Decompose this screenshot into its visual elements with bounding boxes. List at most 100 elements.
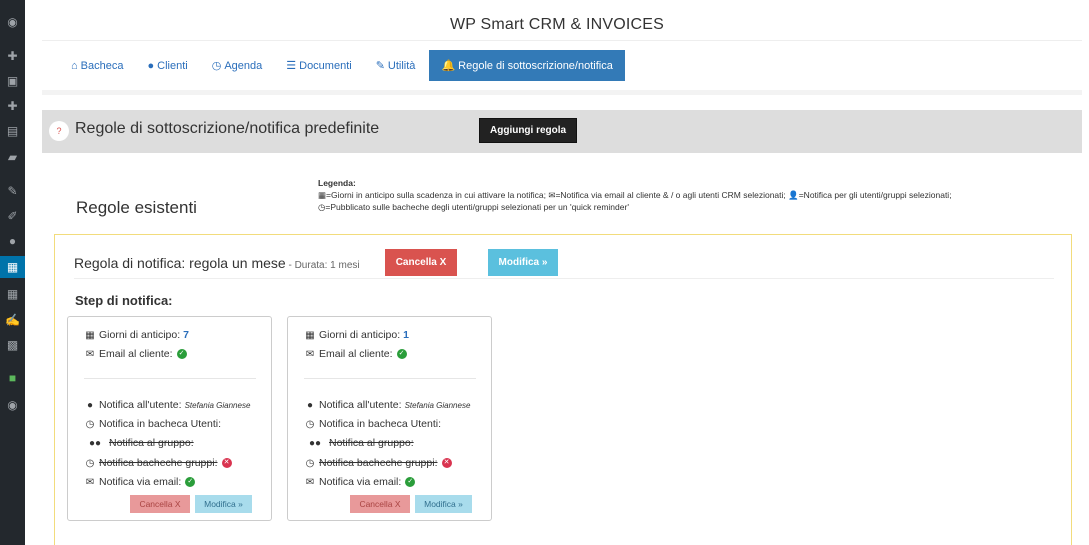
divider: [304, 378, 476, 379]
user-icon: ●: [306, 399, 314, 411]
cancel-step-button[interactable]: Cancella X: [130, 495, 190, 513]
days-value: 1: [403, 329, 409, 341]
tab-bacheca[interactable]: ⌂ Bacheca: [65, 50, 129, 81]
tab-label: Clienti: [157, 59, 188, 72]
users-icon: ●●: [88, 437, 102, 449]
step-group-row: ●● Notifica al gruppo:: [84, 437, 194, 449]
users-icon[interactable]: ●: [0, 230, 25, 252]
step-card: ▦ Giorni di anticipo: 7 ✉ Email al clien…: [67, 316, 272, 521]
media-icon[interactable]: ▣: [0, 70, 25, 92]
rule-title: Regola di notifica: regola un mese - Dur…: [74, 255, 360, 271]
legend-line: ▦=Giorni in anticipo sulla scadenza in c…: [318, 190, 952, 200]
user-icon: ●: [147, 59, 155, 72]
tab-regole[interactable]: 🔔 Regole di sottoscrizione/notifica: [429, 50, 625, 81]
step-board-groups-row: ◷ Notifica bacheche gruppi: ✕: [84, 457, 232, 469]
tab-documenti[interactable]: ☰ Documenti: [280, 50, 357, 81]
notify-user-label: Notifica all'utente:: [319, 399, 402, 411]
section-heading: Regole di sottoscrizione/notifica predef…: [75, 120, 380, 137]
envelope-icon: ✉: [85, 476, 95, 488]
user-icon: ●: [86, 399, 94, 411]
legend: Legenda: ▦=Giorni in anticipo sulla scad…: [318, 177, 1078, 213]
rule-card: Regola di notifica: regola un mese - Dur…: [54, 234, 1072, 545]
home-icon: ⌂: [71, 59, 78, 72]
envelope-icon: ✉: [305, 348, 315, 360]
step-card: ▦ Giorni di anticipo: 1 ✉ Email al clien…: [287, 316, 492, 521]
app-title: WP Smart CRM & INVOICES: [449, 16, 665, 33]
edit-rule-button[interactable]: Modifica »: [488, 249, 558, 276]
tab-clienti[interactable]: ● Clienti: [141, 50, 193, 81]
legend-title: Legenda:: [318, 178, 356, 188]
step-email-client-row: ✉ Email al cliente: ✓: [304, 348, 407, 360]
check-icon: ✓: [185, 477, 196, 487]
days-value: 7: [183, 329, 189, 341]
step-board-users-row: ◷ Notifica in bacheca Utenti:: [304, 418, 441, 430]
days-label: Giorni di anticipo:: [319, 329, 401, 341]
step-board-groups-row: ◷ Notifica bacheche gruppi: ✕: [304, 457, 452, 469]
tab-label: Agenda: [224, 59, 263, 72]
notify-email-label: Notifica via email:: [99, 476, 182, 488]
crm-icon[interactable]: ▦: [0, 283, 25, 305]
crm-icon[interactable]: ▦: [0, 256, 30, 278]
clock-icon: ◷: [305, 418, 315, 430]
edit-step-button[interactable]: Modifica »: [195, 495, 252, 513]
dashboard-icon[interactable]: ◉: [0, 11, 25, 33]
step-days-row: ▦ Giorni di anticipo: 1: [304, 329, 409, 341]
user-name: Stefania Giannese: [404, 400, 471, 410]
tab-label: Bacheca: [80, 59, 124, 72]
divider: [84, 378, 256, 379]
envelope-icon: ✉: [305, 476, 315, 488]
user-name: Stefania Giannese: [184, 400, 251, 410]
notify-user-label: Notifica all'utente:: [99, 399, 182, 411]
clock-icon: ◷: [211, 60, 222, 72]
tab-label: Utilità: [387, 59, 416, 72]
step-email-row: ✉ Notifica via email: ✓: [84, 476, 196, 488]
help-icon[interactable]: ?: [49, 121, 69, 141]
step-group-row: ●● Notifica al gruppo:: [304, 437, 414, 449]
check-icon: ✓: [176, 349, 187, 359]
pin-icon[interactable]: ✚: [0, 95, 25, 117]
step-user-row: ● Notifica all'utente: Stefania Giannese: [304, 399, 470, 411]
admin-sidebar: ◉ ✚ ▣ ✚ ▤ ▰ ✎ ✐ ● ▦ ▦ ✍ ▩ ■ ◉: [0, 0, 30, 545]
check-icon: ✓: [396, 349, 407, 359]
plugins-icon[interactable]: ✐: [0, 205, 25, 227]
list-icon: ☰: [286, 60, 297, 72]
clock-icon: ◷: [85, 457, 95, 469]
notify-email-label: Notifica via email:: [319, 476, 402, 488]
divider: [42, 90, 1082, 95]
days-label: Giorni di anticipo:: [99, 329, 181, 341]
divider: [74, 278, 1054, 279]
tools-icon[interactable]: ✍: [0, 309, 25, 331]
email-client-label: Email al cliente:: [99, 348, 173, 360]
add-rule-button[interactable]: Aggiungi regola: [479, 118, 578, 143]
cancel-rule-button[interactable]: Cancella X: [385, 249, 457, 276]
board-groups-label: Notifica bacheche gruppi:: [99, 457, 218, 469]
tab-label: Regole di sottoscrizione/notifica: [458, 59, 613, 72]
board-users-label: Notifica in bacheca Utenti:: [99, 418, 221, 430]
envelope-icon: ✉: [85, 348, 95, 360]
pin-icon[interactable]: ✚: [0, 45, 25, 67]
appearance-icon[interactable]: ✎: [0, 180, 25, 202]
comments-icon[interactable]: ▰: [0, 146, 25, 168]
edit-step-button[interactable]: Modifica »: [415, 495, 472, 513]
tab-utilita[interactable]: ✎ Utilità: [370, 50, 422, 81]
bell-icon: 🔔: [441, 60, 456, 72]
cancel-step-button[interactable]: Cancella X: [350, 495, 410, 513]
wrench-icon: ✎: [375, 60, 385, 72]
tab-agenda[interactable]: ◷ Agenda: [206, 50, 269, 81]
collapse-icon[interactable]: ◉: [0, 394, 25, 416]
notify-group-label: Notifica al gruppo:: [329, 437, 414, 449]
step-days-row: ▦ Giorni di anticipo: 7: [84, 329, 189, 341]
step-board-users-row: ◷ Notifica in bacheca Utenti:: [84, 418, 221, 430]
calendar-icon: ▦: [305, 329, 315, 341]
settings-icon[interactable]: ▩: [0, 334, 25, 356]
clock-icon: ◷: [305, 457, 315, 469]
tab-label: Documenti: [299, 59, 352, 72]
rule-duration: - Durata: 1 mesi: [285, 260, 360, 271]
users-icon: ●●: [308, 437, 322, 449]
email-client-label: Email al cliente:: [319, 348, 393, 360]
calendar-icon: ▦: [85, 329, 95, 341]
pages-icon[interactable]: ▤: [0, 120, 25, 142]
cross-icon: ✕: [441, 458, 452, 468]
plugin-icon[interactable]: ■: [0, 367, 25, 389]
legend-line: ◷=Pubblicato sulle bacheche degli utenti…: [318, 202, 629, 212]
